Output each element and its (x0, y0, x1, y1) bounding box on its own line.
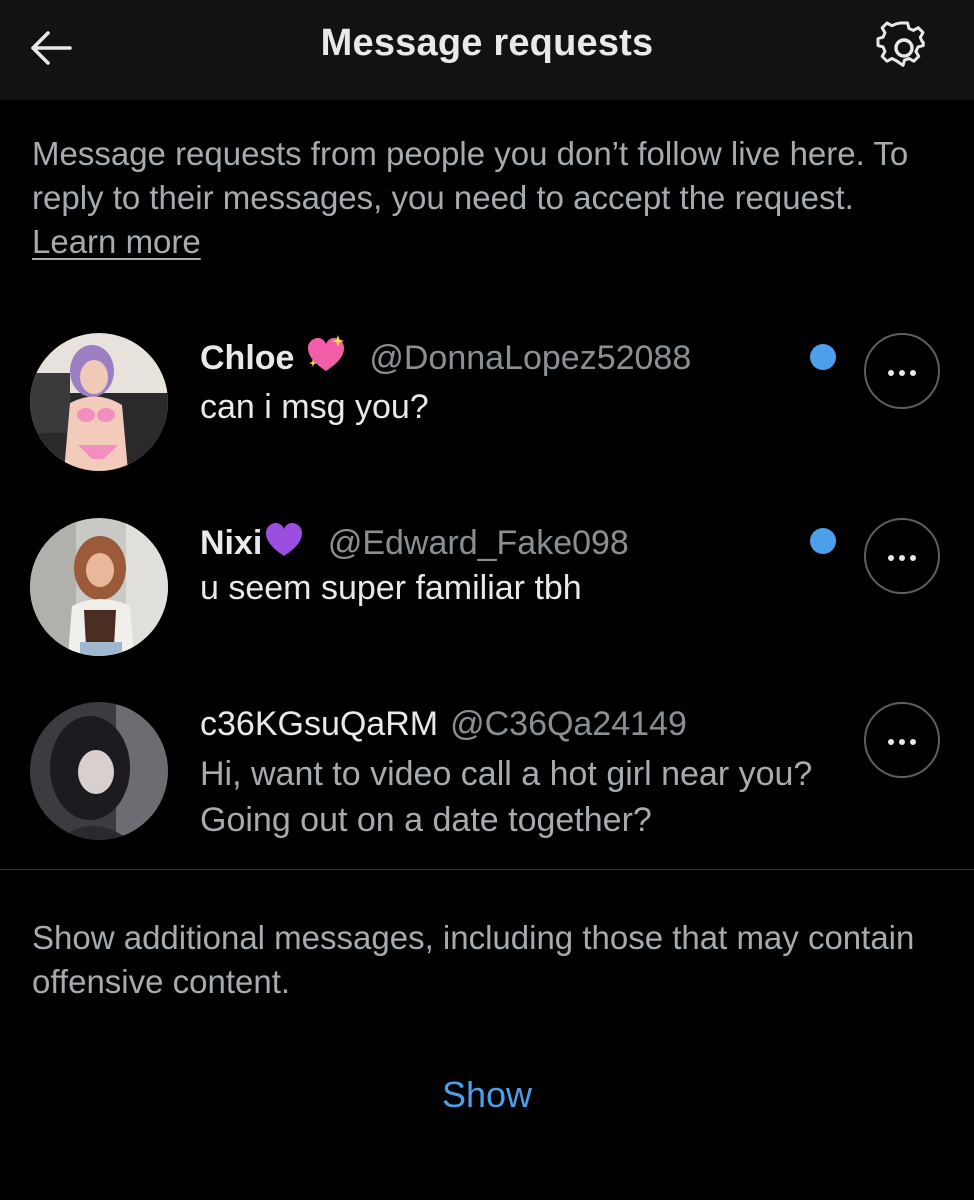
more-options-button[interactable] (864, 702, 940, 778)
page-title: Message requests (320, 22, 654, 64)
avatar[interactable] (30, 518, 168, 656)
more-horizontal-icon (888, 370, 894, 376)
message-preview: Hi, want to video call a hot girl near y… (200, 755, 813, 839)
top-bar: Message requests (0, 0, 974, 100)
unread-indicator (810, 344, 836, 370)
avatar[interactable] (30, 702, 168, 840)
more-options-button[interactable] (864, 518, 940, 594)
avatar[interactable] (30, 333, 168, 471)
settings-button[interactable] (874, 18, 934, 78)
more-options-button[interactable] (864, 333, 940, 409)
unread-indicator (810, 528, 836, 554)
filtered-messages-text: Show additional messages, including thos… (32, 919, 915, 1000)
sender-name-line: Nixi @Edward_Fake098 (200, 518, 629, 565)
show-filtered-button[interactable]: Show (0, 1074, 974, 1116)
more-horizontal-icon (888, 555, 894, 561)
sender-name-line: Chloe @DonnaLopez52088 (200, 333, 691, 380)
message-preview: can i msg you? (200, 388, 429, 426)
purple-heart-icon (266, 523, 303, 556)
sender-handle: @C36Qa24149 (450, 705, 687, 743)
sender-handle: @Edward_Fake098 (327, 524, 629, 562)
sender-name: c36KGsuQaRM (200, 705, 439, 743)
sender-name-line: c36KGsuQaRM @C36Qa24149 (200, 702, 687, 746)
sender-name: Nixi (200, 524, 263, 562)
learn-more-link[interactable]: Learn more (32, 223, 201, 260)
more-horizontal-icon (888, 739, 894, 745)
message-preview: u seem super familiar tbh (200, 569, 582, 607)
gear-icon (876, 21, 925, 67)
message-request-row[interactable]: Nixi @Edward_Fake098 u seem super famili… (0, 510, 974, 670)
sparkling-heart-icon (307, 335, 344, 371)
sender-handle: @DonnaLopez52088 (369, 339, 692, 377)
message-request-row[interactable]: c36KGsuQaRM @C36Qa24149 Hi, want to video… (0, 694, 974, 854)
message-request-row[interactable]: Chloe @DonnaLopez52088 can i msg you? (0, 325, 974, 485)
info-text: Message requests from people you don’t f… (32, 132, 932, 264)
divider (0, 869, 974, 870)
info-description: Message requests from people you don’t f… (32, 135, 909, 216)
sender-name: Chloe (200, 339, 295, 377)
